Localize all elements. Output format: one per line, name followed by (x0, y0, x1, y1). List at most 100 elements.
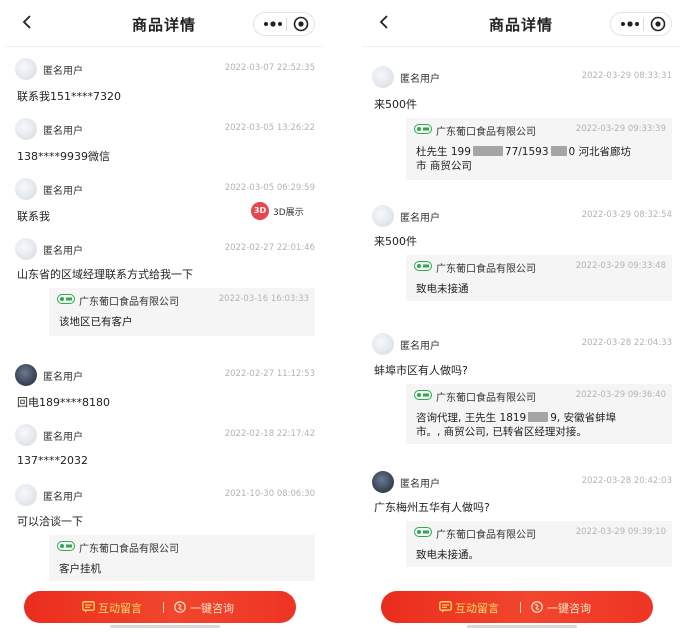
timestamp: 2022-03-29 08:32:54 (581, 210, 672, 220)
avatar (372, 333, 394, 355)
capsule-divider (286, 18, 287, 31)
message-text: 137****2032 (17, 454, 88, 467)
shop-logo-icon (414, 261, 432, 271)
shop-name: 广东葡口食品有限公司 (79, 297, 179, 308)
user-name: 匿名用户 (43, 186, 83, 197)
avatar (372, 205, 394, 227)
reply-text: 致电未接通 (416, 283, 469, 295)
list-item: 匿名用户 2022-03-29 08:32:54 来500件 广东葡口食品有限公… (362, 203, 680, 307)
bar-divider (163, 602, 164, 613)
nav-bar: 商品详情 (5, 0, 323, 47)
shop-logo-icon (414, 124, 432, 134)
list-item: 匿名用户 2022-02-27 22:01:46 山东省的区域经理联系方式给我一… (5, 236, 323, 346)
avatar (372, 471, 394, 493)
avatar (15, 58, 37, 80)
shop-reply: 广东葡口食品有限公司 2022-03-29 09:33:39 杜先生 199 77… (406, 118, 672, 180)
message-icon (82, 601, 95, 613)
home-indicator (110, 625, 220, 628)
timestamp: 2022-03-05 06:29:59 (224, 183, 315, 193)
timestamp: 2022-02-18 22:17:42 (224, 429, 315, 439)
message-button[interactable]: 互动留言 (98, 600, 142, 616)
list-item: 匿名用户 2022-03-05 06:29:59 联系我 (5, 176, 323, 226)
shop-reply: 广东葡口食品有限公司 2022-03-29 09:39:10 致电未接通。 (406, 521, 672, 567)
avatar (15, 118, 37, 140)
message-text: 回电189****8180 (17, 396, 110, 409)
reply-timestamp: 2022-03-29 09:33:48 (575, 261, 666, 271)
bottom-action-bar: 互动留言 一键咨询 (24, 591, 296, 623)
close-target-icon[interactable] (293, 16, 309, 32)
bottom-action-bar: 互动留言 一键咨询 (381, 591, 653, 623)
shop-name: 广东葡口食品有限公司 (436, 264, 536, 275)
close-target-icon[interactable] (650, 16, 666, 32)
reply-line1-part2: 77/1593 (504, 146, 549, 158)
message-feed: 匿名用户 2022-03-07 22:52:35 联系我151****7320 … (5, 48, 323, 640)
shop-logo-icon (414, 527, 432, 537)
reply-text: 致电未接通。 (416, 549, 479, 561)
user-name: 匿名用户 (43, 126, 83, 137)
timestamp: 2022-03-05 13:26:22 (224, 123, 315, 133)
bar-divider (520, 602, 521, 613)
right-phone-screen: 商品详情 匿名用户 2022-03-29 08:33:31 来500件 广东葡口… (362, 0, 680, 640)
list-item: 匿名用户 2022-02-27 11:12:53 回电189****8180 (5, 362, 323, 412)
user-name: 匿名用户 (43, 492, 83, 503)
user-name: 匿名用户 (43, 66, 83, 77)
message-text: 联系我 (17, 210, 50, 223)
shop-reply: 广东葡口食品有限公司 2022-03-29 09:36:40 咨询代理, 王先生… (406, 384, 672, 444)
reply-line1-part1: 杜先生 199 (416, 146, 471, 158)
message-button[interactable]: 互动留言 (455, 600, 499, 616)
reply-line2: 市。, 商贸公司, 已转省区经理对接。 (416, 426, 587, 438)
shop-name: 广东葡口食品有限公司 (436, 127, 536, 138)
home-indicator (467, 625, 577, 628)
3d-badge-circle: 3D (251, 202, 269, 220)
consult-button[interactable]: 一键咨询 (547, 600, 591, 616)
user-name: 匿名用户 (400, 74, 440, 85)
timestamp: 2022-03-29 08:33:31 (581, 71, 672, 81)
3d-badge-label: 3D展示 (273, 208, 304, 218)
timestamp: 2022-02-27 11:12:53 (224, 369, 315, 379)
consult-icon (531, 601, 543, 613)
avatar (372, 66, 394, 88)
shop-logo-icon (57, 294, 75, 304)
consult-button[interactable]: 一键咨询 (190, 600, 234, 616)
shop-logo-icon (57, 541, 75, 551)
shop-logo-icon (414, 390, 432, 400)
reply-timestamp: 2022-03-29 09:39:10 (575, 527, 666, 537)
shop-name: 广东葡口食品有限公司 (436, 393, 536, 404)
timestamp: 2022-03-28 22:04:33 (581, 338, 672, 348)
list-item: 匿名用户 2022-03-05 13:26:22 138****9939微信 (5, 116, 323, 166)
message-text: 广东梅州五华有人做吗? (374, 501, 490, 514)
avatar (15, 484, 37, 506)
reply-timestamp: 2022-03-29 09:36:40 (575, 390, 666, 400)
reply-timestamp: 2022-03-16 16:03:33 (218, 294, 309, 304)
redaction-mask (550, 146, 567, 156)
timestamp: 2022-03-07 22:52:35 (224, 63, 315, 73)
timestamp: 2022-02-27 22:01:46 (224, 243, 315, 253)
reply-line2: 市 商贸公司 (416, 160, 472, 172)
user-name: 匿名用户 (43, 246, 83, 257)
user-name: 匿名用户 (43, 432, 83, 443)
shop-name: 广东葡口食品有限公司 (436, 530, 536, 541)
avatar (15, 424, 37, 446)
avatar (15, 238, 37, 260)
reply-text: 客户挂机 (59, 563, 101, 575)
reply-line1-part1: 咨询代理, 王先生 1819 (416, 412, 527, 424)
left-phone-screen: 商品详情 匿名用户 2022-03-07 22:52:35 联系我151****… (5, 0, 323, 640)
shop-name: 广东葡口食品有限公司 (79, 544, 179, 555)
reply-timestamp: 2022-03-29 09:33:39 (575, 124, 666, 134)
avatar (15, 178, 37, 200)
avatar (15, 364, 37, 386)
more-dots-icon[interactable] (261, 16, 285, 32)
more-dots-icon[interactable] (618, 16, 642, 32)
user-name: 匿名用户 (400, 341, 440, 352)
reply-text: 咨询代理, 王先生 1819 9, 安徽省蚌埠 市。, 商贸公司, 已转省区经理对… (416, 411, 666, 439)
message-text: 联系我151****7320 (17, 90, 121, 103)
shop-reply: 广东葡口食品有限公司 客户挂机 (49, 535, 315, 581)
message-text: 可以洽谈一下 (17, 515, 83, 528)
message-text: 来500件 (374, 235, 417, 248)
reply-line1-part3: 0 河北省廊坊 (568, 146, 632, 158)
reply-text: 杜先生 199 77/1593 0 河北省廊坊 市 商贸公司 (416, 145, 666, 173)
list-item: 匿名用户 2022-03-28 22:04:33 蚌埠市区有人做吗? 广东葡口食… (362, 331, 680, 461)
message-feed: 匿名用户 2022-03-29 08:33:31 来500件 广东葡口食品有限公… (362, 48, 680, 640)
consult-icon (174, 601, 186, 613)
shop-reply: 广东葡口食品有限公司 2022-03-16 16:03:33 该地区已有客户 (49, 288, 315, 336)
